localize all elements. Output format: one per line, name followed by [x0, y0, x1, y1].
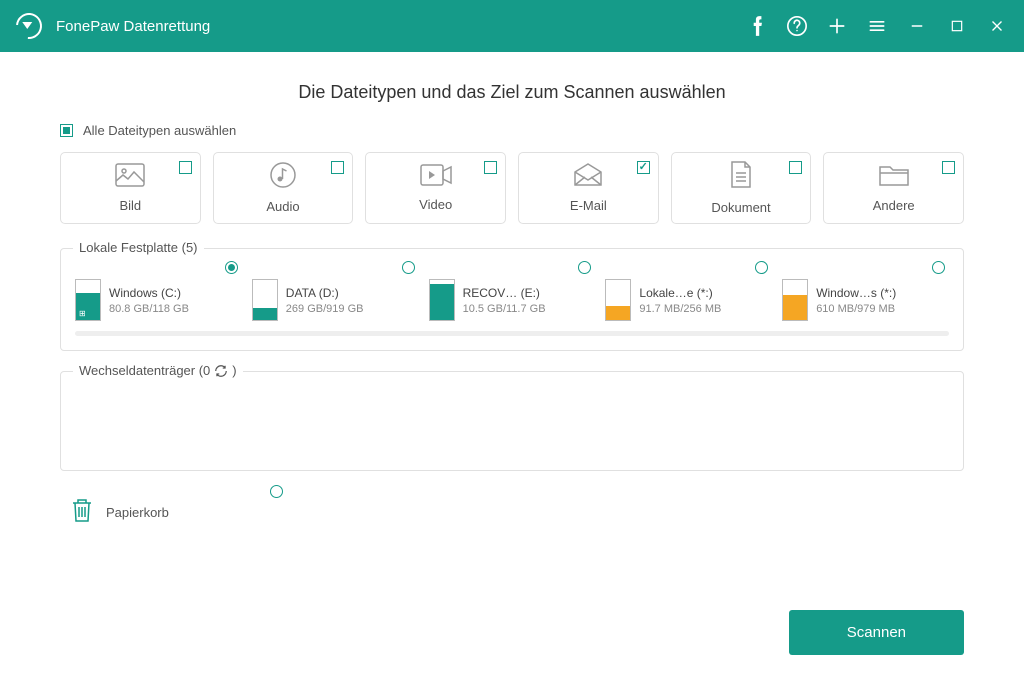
drive-info: Lokale…e (*:) 91.7 MB/256 MB [639, 286, 721, 315]
filetype-card-audio[interactable]: Audio [213, 152, 354, 224]
recycle-label: Papierkorb [106, 505, 169, 520]
filetype-grid: Bild Audio Video E-M [60, 152, 964, 224]
drive-radio[interactable] [402, 261, 415, 274]
drives-scrollbar[interactable] [75, 331, 949, 336]
titlebar-controls [746, 15, 1008, 37]
drive-radio[interactable] [225, 261, 238, 274]
removable-drives-legend: Wechseldatenträger (0) [73, 363, 243, 378]
drive-name: RECOV… (E:) [463, 286, 546, 300]
drive-icon [252, 279, 278, 321]
filetype-card-image[interactable]: Bild [60, 152, 201, 224]
drive-name: Window…s (*:) [816, 286, 896, 300]
drive-icon [782, 279, 808, 321]
app-title: FonePaw Datenrettung [56, 18, 210, 35]
filetype-label: Dokument [711, 200, 770, 215]
filetype-label: E-Mail [570, 198, 607, 213]
app-logo-icon [11, 8, 48, 45]
drive-info: Window…s (*:) 610 MB/979 MB [816, 286, 896, 315]
filetype-card-email[interactable]: E-Mail [518, 152, 659, 224]
email-icon [573, 163, 603, 192]
document-icon [730, 161, 752, 194]
menu-icon[interactable] [866, 15, 888, 37]
select-all-checkbox[interactable] [60, 124, 73, 137]
audio-icon [270, 162, 296, 193]
recycle-bin-row[interactable]: Papierkorb [60, 491, 964, 534]
drive-size: 91.7 MB/256 MB [639, 303, 721, 315]
select-all-label: Alle Dateitypen auswählen [83, 123, 236, 138]
facebook-icon[interactable] [746, 15, 768, 37]
filetype-label: Video [419, 197, 452, 212]
image-icon [115, 163, 145, 192]
filetype-card-document[interactable]: Dokument [671, 152, 812, 224]
plus-icon[interactable] [826, 15, 848, 37]
filetype-card-video[interactable]: Video [365, 152, 506, 224]
folder-icon [879, 163, 909, 192]
drive-size: 269 GB/919 GB [286, 303, 364, 315]
titlebar: FonePaw Datenrettung [0, 0, 1024, 52]
filetype-label: Andere [873, 198, 915, 213]
drive-info: Windows (C:) 80.8 GB/118 GB [109, 286, 189, 315]
filetype-checkbox[interactable] [789, 161, 802, 174]
drive-radio[interactable] [755, 261, 768, 274]
drive-radio[interactable] [932, 261, 945, 274]
footer: Scannen [0, 610, 1024, 679]
drive-name: DATA (D:) [286, 286, 364, 300]
drive-icon: ⊞ [75, 279, 101, 321]
close-icon[interactable] [986, 15, 1008, 37]
drive-item[interactable]: RECOV… (E:) 10.5 GB/11.7 GB [429, 279, 596, 321]
local-drives-legend: Lokale Festplatte (5) [73, 240, 204, 255]
drive-info: RECOV… (E:) 10.5 GB/11.7 GB [463, 286, 546, 315]
trash-icon [70, 497, 94, 528]
minimize-icon[interactable] [906, 15, 928, 37]
page-heading: Die Dateitypen und das Ziel zum Scannen … [60, 82, 964, 103]
drive-name: Windows (C:) [109, 286, 189, 300]
refresh-icon[interactable] [214, 364, 228, 378]
drive-item[interactable]: Window…s (*:) 610 MB/979 MB [782, 279, 949, 321]
local-drives-section: Lokale Festplatte (5) ⊞ Windows (C:) 80.… [60, 248, 964, 351]
drive-radio[interactable] [578, 261, 591, 274]
filetype-checkbox[interactable] [942, 161, 955, 174]
drive-item[interactable]: DATA (D:) 269 GB/919 GB [252, 279, 419, 321]
drive-item[interactable]: ⊞ Windows (C:) 80.8 GB/118 GB [75, 279, 242, 321]
removable-drives-section: Wechseldatenträger (0) [60, 371, 964, 471]
maximize-icon[interactable] [946, 15, 968, 37]
drive-size: 80.8 GB/118 GB [109, 303, 189, 315]
drive-name: Lokale…e (*:) [639, 286, 721, 300]
filetype-card-other[interactable]: Andere [823, 152, 964, 224]
drive-icon [605, 279, 631, 321]
drive-info: DATA (D:) 269 GB/919 GB [286, 286, 364, 315]
filetype-checkbox[interactable] [484, 161, 497, 174]
help-icon[interactable] [786, 15, 808, 37]
filetype-label: Bild [119, 198, 141, 213]
content-area: Die Dateitypen und das Ziel zum Scannen … [0, 52, 1024, 610]
drives-row: ⊞ Windows (C:) 80.8 GB/118 GB DATA (D:) … [75, 279, 949, 321]
recycle-radio[interactable] [270, 485, 283, 498]
filetype-checkbox[interactable] [637, 161, 650, 174]
filetype-label: Audio [266, 199, 299, 214]
video-icon [420, 164, 452, 191]
filetype-checkbox[interactable] [331, 161, 344, 174]
drive-icon [429, 279, 455, 321]
drive-item[interactable]: Lokale…e (*:) 91.7 MB/256 MB [605, 279, 772, 321]
filetype-checkbox[interactable] [179, 161, 192, 174]
select-all-row[interactable]: Alle Dateitypen auswählen [60, 123, 964, 138]
app-window: FonePaw Datenrettung [0, 0, 1024, 679]
drive-size: 610 MB/979 MB [816, 303, 896, 315]
drive-size: 10.5 GB/11.7 GB [463, 303, 546, 315]
scan-button[interactable]: Scannen [789, 610, 964, 655]
